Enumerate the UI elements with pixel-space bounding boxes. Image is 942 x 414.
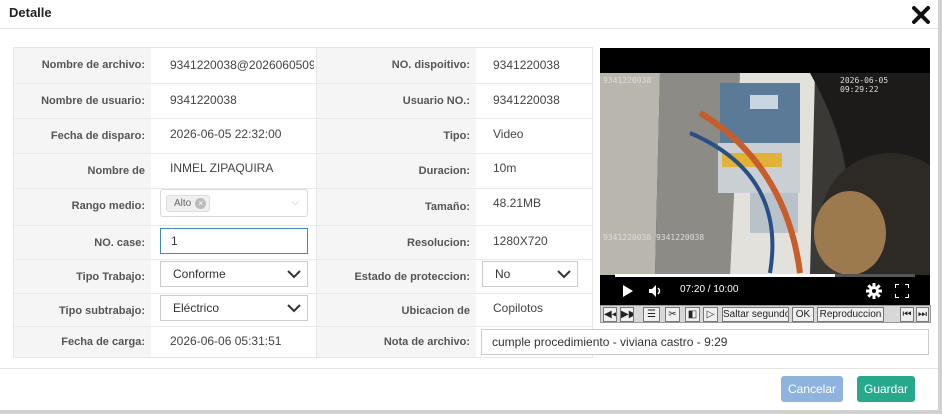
value-tipo: Video [493,127,524,141]
value-resolucion: 1280X720 [493,234,548,248]
value-tamano: 48.21MB [493,196,542,210]
ok-button[interactable]: OK [792,307,814,322]
label-no-case: NO. case: [14,226,151,259]
value-departamento: INMEL ZIPAQUIRA [170,161,274,175]
rango-medio-select[interactable]: Alto × ⌵ [160,189,308,217]
chevron-down-icon [287,304,301,313]
chevron-down-icon [557,270,571,279]
chevron-down-icon: ⌵ [291,197,299,208]
nota-archivo-input[interactable]: cumple procedimiento - viviana castro - … [481,329,929,355]
estado-proteccion-value: No [495,267,511,281]
tipo-subtrabajo-select[interactable]: Eléctrico [160,295,308,321]
label-fecha-disparo: Fecha de disparo: [14,119,151,153]
value-ubicacion: Copilotos [493,301,544,315]
label-tipo-subtrabajo: Tipo subtrabajo: [14,294,151,326]
rango-medio-tag-label: Alto [174,198,192,209]
footer-divider [0,368,938,369]
value-fecha-carga: 2026-06-06 05:31:51 [170,334,282,348]
label-tipo: Tipo: [317,119,476,153]
label-usuario-no: Usuario NO.: [317,84,476,118]
no-case-input[interactable]: 1 [160,228,308,254]
settings-gear-icon[interactable] [866,283,882,299]
skip-end-icon[interactable]: ⏭ [916,307,929,322]
label-estado-proteccion: Estado de proteccion: [317,260,476,293]
label-nota: Nota de archivo: [317,327,476,357]
dialog-title: Detalle [9,5,52,20]
overlay-device-id: 9341220038 [603,76,652,85]
cancel-button[interactable]: Cancelar [781,376,843,402]
tipo-trabajo-select[interactable]: Conforme [160,261,308,287]
label-tamano: Tamaño: [317,189,476,225]
list-icon[interactable]: ☰ [643,307,660,322]
overlay-device-bottom: 9341220038 9341220038 [603,233,705,242]
label-ubicacion: Ubicacion de almacenamiento: [317,294,476,351]
player-controls [600,275,930,305]
value-usuario-no: 9341220038 [493,93,560,107]
remove-tag-icon[interactable]: × [195,198,207,209]
chevron-down-icon [287,270,301,279]
detail-form: Nombre de archivo: 9341220038@2026060509… [13,47,593,358]
close-icon[interactable] [910,4,932,26]
playback-time: 07:20 / 10:00 [680,284,739,295]
label-resolucion: Resolucion: [317,226,476,259]
value-fecha-disparo: 2026-06-05 22:32:00 [170,127,282,141]
frame-forward-icon[interactable]: ▷ [703,307,718,322]
volume-icon[interactable] [649,285,663,297]
label-duracion: Duracion: [317,154,476,188]
fast-forward-icon[interactable]: ▶▶ [620,307,634,322]
saltar-segundo-input[interactable]: Saltar segundo [722,307,789,322]
scissors-icon[interactable]: ✂ [665,307,680,322]
label-departamento: Nombre de Departamento: [14,154,151,211]
player-toolbar: ◀◀ ▶▶ ☰ ✂ ◧ ▷ Saltar segundo OK Reproduc… [600,305,931,323]
label-nombre-archivo: Nombre de archivo: [14,48,151,83]
tipo-subtrabajo-value: Eléctrico [173,301,220,315]
label-nombre-usuario: Nombre de usuario: [14,84,151,118]
label-no-dispositivo: NO. dispoitivo: [317,48,476,83]
video-frame[interactable]: 9341220038 2026-06-05 09:29:22 934122003… [600,73,930,275]
value-nombre-usuario: 9341220038 [170,93,237,107]
dialog-header: Detalle [0,0,938,29]
label-rango-medio: Rango medio: [14,189,151,225]
value-no-dispositivo: 9341220038 [493,58,560,72]
reproduccion-button[interactable]: Reproduccion [817,307,884,322]
label-fecha-carga: Fecha de carga: [14,327,151,357]
value-nombre-archivo: 9341220038@2026060509 [170,58,314,72]
label-tipo-trabajo: Tipo Trabajo: [14,260,151,293]
skip-start-icon[interactable]: ⏮ [900,307,914,322]
rango-medio-tag: Alto × [166,195,211,212]
estado-proteccion-select[interactable]: No [482,261,578,287]
tipo-trabajo-value: Conforme [173,267,226,281]
video-still-image [600,73,930,275]
overlay-timestamp: 2026-06-05 09:29:22 [840,76,889,94]
value-duracion: 10m [493,161,517,175]
rewind-icon[interactable]: ◀◀ [603,307,617,322]
play-icon[interactable] [622,285,634,297]
fullscreen-icon[interactable] [895,284,909,298]
detail-dialog: Detalle Nombre de archivo: 9341220038@20… [0,0,942,414]
frame-back-icon[interactable]: ◧ [685,307,700,322]
video-player[interactable]: 9341220038 2026-06-05 09:29:22 934122003… [600,48,930,323]
save-button[interactable]: Guardar [857,376,915,402]
